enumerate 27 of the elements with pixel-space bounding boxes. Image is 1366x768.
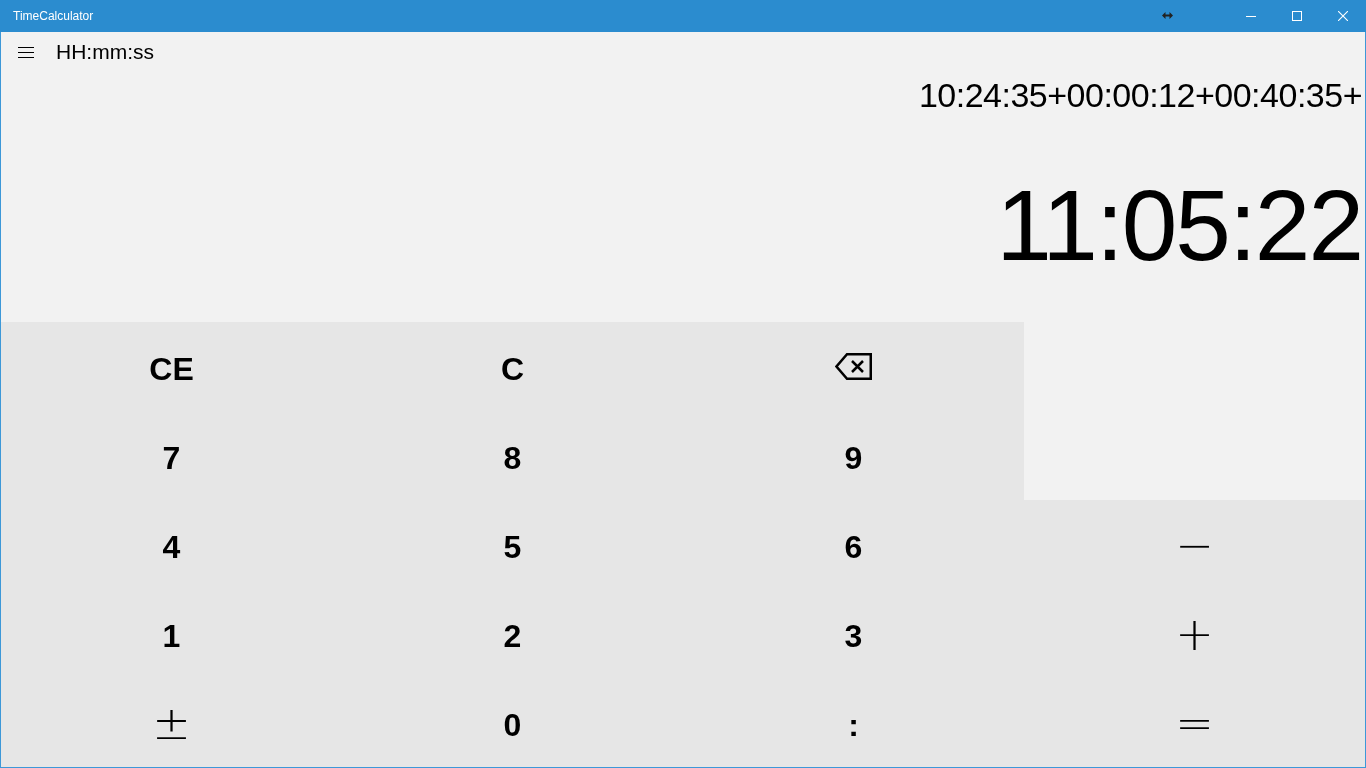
- backspace-icon: [835, 353, 872, 380]
- keypad-button[interactable]: 7: [1, 411, 342, 500]
- keypad-button[interactable]: 1: [1, 589, 342, 678]
- result-display: 11:05:22: [996, 170, 1362, 280]
- keypad-button[interactable]: C: [342, 322, 683, 411]
- resize-cursor-icon: [1162, 12, 1173, 19]
- keypad-button[interactable]: −: [1024, 500, 1365, 589]
- keypad-button[interactable]: =: [1024, 678, 1365, 767]
- keypad-button[interactable]: ±: [1, 678, 342, 767]
- keypad-button[interactable]: 6: [683, 500, 1024, 589]
- keypad-button[interactable]: 3: [683, 589, 1024, 678]
- keypad-button[interactable]: +: [1024, 589, 1365, 678]
- minimize-icon: [1246, 15, 1256, 17]
- keypad-button[interactable]: 9: [683, 411, 1024, 500]
- expression-display: 10:24:35+00:00:12+00:40:35+: [918, 75, 1362, 115]
- keypad-button[interactable]: 5: [342, 500, 683, 589]
- maximize-icon: [1292, 11, 1302, 21]
- close-icon: [1338, 11, 1348, 21]
- window-title: TimeCalculator: [13, 9, 94, 23]
- keypad-button[interactable]: 0: [342, 678, 683, 767]
- keypad-button[interactable]: 8: [342, 411, 683, 500]
- keypad-button[interactable]: 4: [1, 500, 342, 589]
- menu-icon: [18, 46, 34, 58]
- keypad-button[interactable]: 2: [342, 589, 683, 678]
- time-format-label: HH:mm:ss: [56, 40, 154, 64]
- keypad-button[interactable]: CE: [1, 322, 342, 411]
- keypad-button[interactable]: :: [683, 678, 1024, 767]
